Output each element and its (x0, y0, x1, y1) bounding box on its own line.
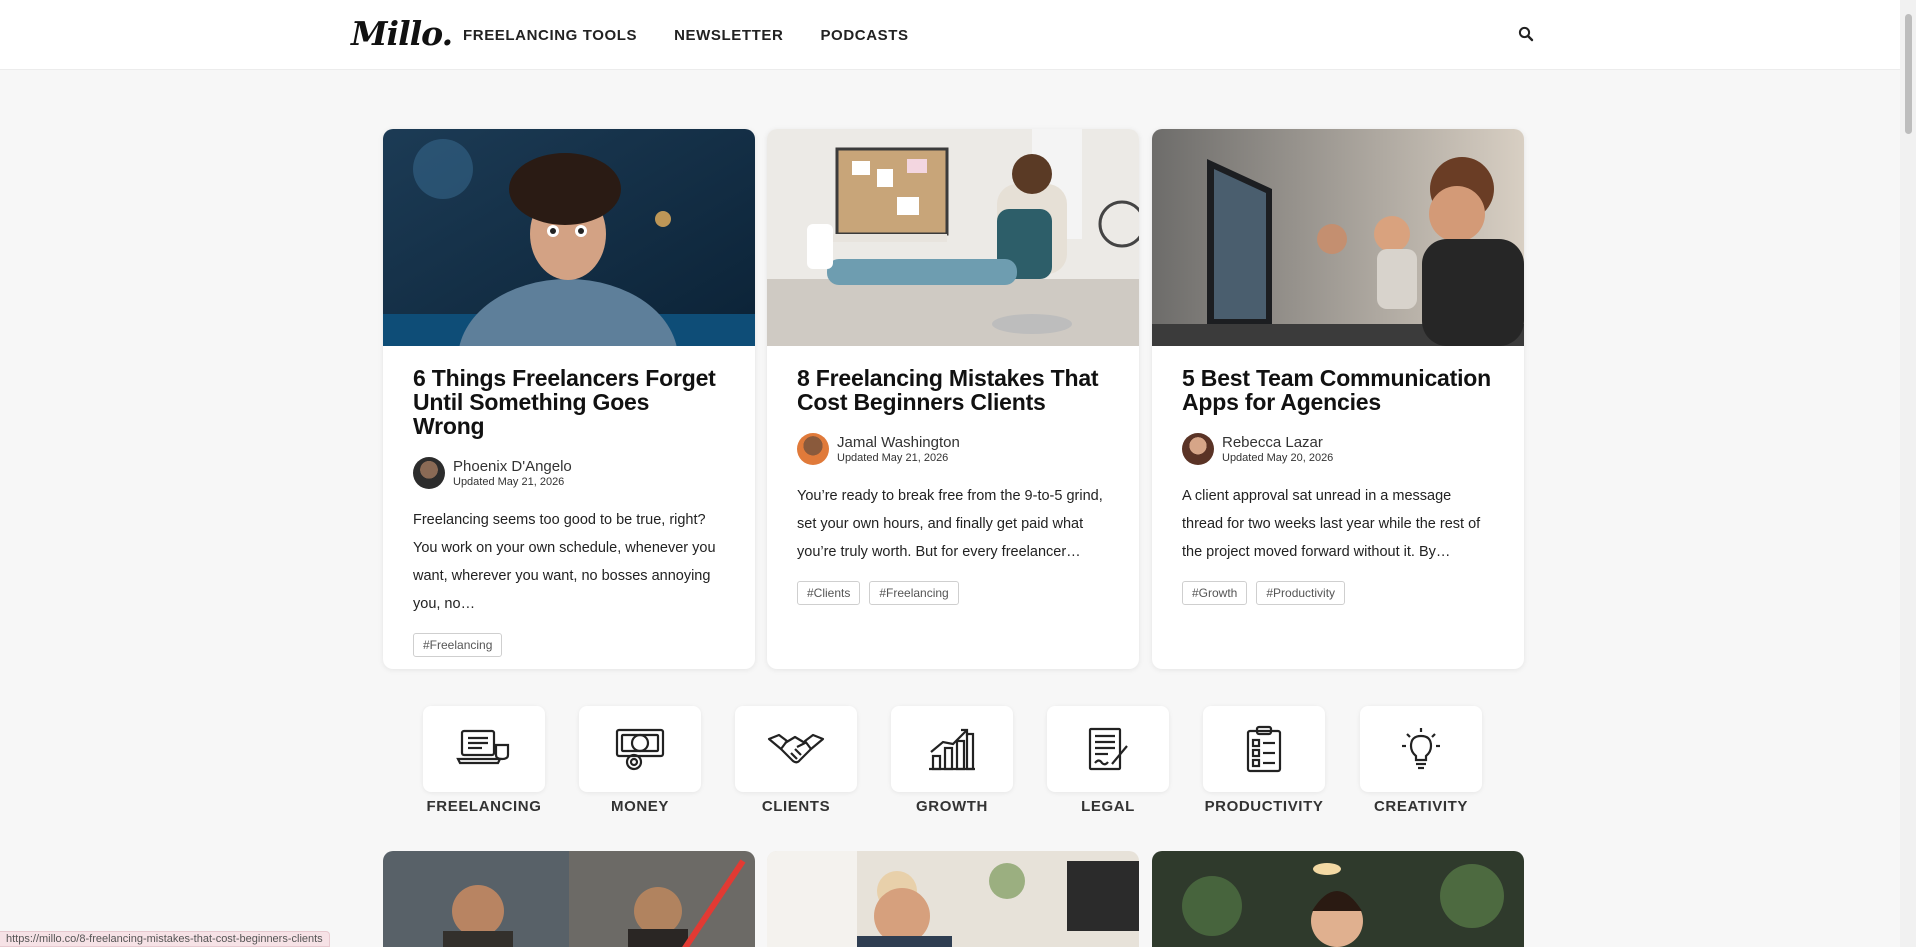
category-label: FREELANCING (426, 798, 542, 815)
money-coins-icon[interactable] (579, 706, 701, 792)
tag[interactable]: #Freelancing (869, 581, 959, 605)
tag[interactable]: #Freelancing (413, 633, 503, 657)
author-avatar (1182, 433, 1214, 465)
category-label: MONEY (610, 798, 669, 815)
main-nav: FREELANCING TOOLS NEWSLETTER PODCASTS (463, 27, 909, 44)
category-label: PRODUCTIVITY (1204, 798, 1324, 815)
tag[interactable]: #Growth (1182, 581, 1248, 605)
category-creativity[interactable]: CREATIVITY (1360, 706, 1482, 815)
checklist-icon[interactable] (1203, 706, 1325, 792)
growth-chart-icon[interactable] (891, 706, 1013, 792)
category-growth[interactable]: GROWTH (891, 706, 1013, 815)
scrollbar-track[interactable] (1900, 0, 1916, 947)
category-label: CREATIVITY (1373, 798, 1469, 815)
author-avatar (413, 457, 445, 489)
category-label: GROWTH (916, 798, 988, 815)
tag[interactable]: #Productivity (1256, 581, 1346, 605)
author-name[interactable]: Rebecca Lazar (1222, 434, 1333, 451)
article-card[interactable] (383, 851, 755, 947)
tag-list: #Growth #Productivity (1182, 581, 1494, 605)
handshake-icon[interactable] (735, 706, 857, 792)
updated-date: Updated May 20, 2026 (1222, 451, 1334, 464)
scrollbar-thumb[interactable] (1905, 14, 1912, 134)
article-excerpt: A client approval sat unread in a messag… (1182, 488, 1481, 560)
nav-newsletter[interactable]: NEWSLETTER (674, 27, 783, 44)
article-title[interactable]: 6 Things Freelancers Forget Until Someth… (413, 366, 725, 438)
article-card[interactable]: 8 Freelancing Mistakes That Cost Beginne… (767, 129, 1139, 669)
laptop-coffee-icon[interactable] (423, 706, 545, 792)
article-card[interactable] (767, 851, 1139, 947)
article-card[interactable]: 5 Best Team Communication Apps for Agenc… (1152, 129, 1524, 669)
category-productivity[interactable]: PRODUCTIVITY (1203, 706, 1325, 815)
article-card[interactable] (1152, 851, 1524, 947)
article-author: Jamal Washington Updated May 21, 2026 (797, 433, 1109, 465)
category-label: LEGAL (1081, 798, 1135, 815)
category-label: CLIENTS (761, 798, 831, 815)
site-logo[interactable]: Millo. (351, 14, 453, 53)
article-image[interactable] (383, 129, 755, 346)
article-excerpt: You’re ready to break free from the 9-to… (797, 488, 1103, 560)
lightbulb-icon[interactable] (1360, 706, 1482, 792)
article-image[interactable] (1152, 129, 1524, 346)
site-header: Millo. FREELANCING TOOLS NEWSLETTER PODC… (0, 0, 1900, 70)
article-excerpt: Freelancing seems too good to be true, r… (413, 512, 716, 612)
author-name[interactable]: Jamal Washington (837, 434, 960, 451)
tag[interactable]: #Clients (797, 581, 861, 605)
category-legal[interactable]: LEGAL (1047, 706, 1169, 815)
article-card[interactable]: 6 Things Freelancers Forget Until Someth… (383, 129, 755, 669)
contract-icon[interactable] (1047, 706, 1169, 792)
article-author: Rebecca Lazar Updated May 20, 2026 (1182, 433, 1494, 465)
category-clients[interactable]: CLIENTS (735, 706, 857, 815)
nav-podcasts[interactable]: PODCASTS (820, 27, 908, 44)
category-money[interactable]: MONEY (579, 706, 701, 815)
category-freelancing[interactable]: FREELANCING (423, 706, 545, 815)
tag-list: #Freelancing (413, 633, 725, 657)
article-image[interactable] (767, 129, 1139, 346)
tag-list: #Clients #Freelancing (797, 581, 1109, 605)
author-name[interactable]: Phoenix D'Angelo (453, 458, 572, 475)
author-avatar (797, 433, 829, 465)
updated-date: Updated May 21, 2026 (453, 475, 565, 488)
status-bar-url: https://millo.co/8-freelancing-mistakes-… (0, 931, 330, 947)
nav-freelancing-tools[interactable]: FREELANCING TOOLS (463, 27, 637, 44)
article-author: Phoenix D'Angelo Updated May 21, 2026 (413, 457, 725, 489)
search-icon[interactable] (1518, 26, 1536, 44)
updated-date: Updated May 21, 2026 (837, 451, 949, 464)
article-title[interactable]: 5 Best Team Communication Apps for Agenc… (1182, 366, 1494, 414)
article-title[interactable]: 8 Freelancing Mistakes That Cost Beginne… (797, 366, 1109, 414)
